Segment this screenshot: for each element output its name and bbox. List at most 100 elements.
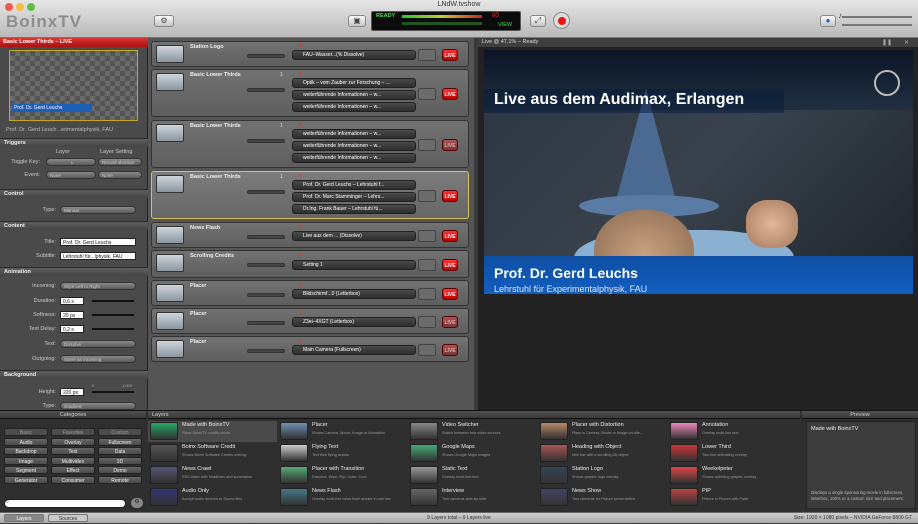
layer-row[interactable]: Scrolling Credits Setting 1 ▼ LIVE (151, 250, 469, 278)
category-custom[interactable]: Custom (98, 428, 142, 436)
record-button[interactable] (553, 12, 570, 29)
category-consumer[interactable]: Consumer (51, 475, 95, 484)
layer-opacity-bar[interactable] (247, 139, 285, 143)
preview-close-icon[interactable]: ✕ (904, 39, 909, 46)
layer-row[interactable]: Station Logo FAU–Wasser...(% Dissolve) ▼ LI… (151, 41, 469, 67)
height-slider[interactable] (92, 391, 134, 393)
library-layer-item[interactable]: Video Switcher Switch between four video… (408, 421, 537, 442)
category-favorites[interactable]: Favorites (51, 428, 95, 436)
category-backdrop[interactable]: Backdrop (4, 447, 48, 455)
library-layer-item[interactable]: News Crawl RSS ticker with headlines and… (148, 465, 277, 486)
layer-setting-item[interactable]: weiterführende Informationen – w... (292, 141, 416, 151)
library-layer-item[interactable]: Interview Two cameras side-by-side (408, 487, 537, 508)
layer-setting-item[interactable]: weiterführende Informationen – w... (292, 90, 416, 100)
layer-opacity-bar[interactable] (247, 263, 285, 267)
library-layer-item[interactable]: News Flash Overlay multi-line news flash… (278, 487, 407, 508)
layer-opacity-bar[interactable] (247, 190, 285, 194)
go-live-button[interactable]: LIVE (442, 139, 458, 151)
fullscreen-button[interactable]: ⤢ (530, 15, 546, 27)
library-layer-item[interactable]: Lower Third Two-line animating overlay (668, 443, 797, 464)
preview-options-icon[interactable]: ❚❚ (882, 39, 892, 46)
category-remote[interactable]: Remote (98, 475, 142, 484)
layer-setting-item[interactable]: Live aus dem ... (Dissolve) (292, 231, 416, 241)
title-field[interactable]: Prof. Dr. Gerd Leuchs (60, 238, 136, 246)
screen-capture-icon[interactable]: ▣ (348, 15, 366, 27)
layer-setting-item[interactable]: Optik – vom Zauber zur Forschung – ... (292, 78, 416, 88)
library-layer-item[interactable]: Heading with Object Mini bar with a scro… (538, 443, 667, 464)
layer-opacity-bar[interactable] (247, 235, 285, 239)
category-effect[interactable]: Effect (51, 466, 95, 474)
layer-setting-item[interactable]: weiterführende Informationen – w... (292, 129, 416, 139)
section-animation[interactable]: Animation (0, 267, 148, 276)
layer-navigation-control[interactable] (418, 259, 436, 271)
setting-event-select[interactable]: None (98, 171, 142, 179)
layer-row[interactable]: Basic Lower Thirds 1 weiterführende Inform… (151, 120, 469, 168)
library-layer-item[interactable]: Annotation Overlay multi-line text (668, 421, 797, 442)
layer-setting-item[interactable]: Setting 1 (292, 260, 416, 270)
go-live-button[interactable]: LIVE (442, 49, 458, 61)
category-overlay[interactable]: Overlay (51, 437, 95, 446)
layer-navigation-control[interactable] (418, 49, 436, 61)
layer-row[interactable]: Placer Bildschirmf...0 (Letterbox) ▼ LIVE (151, 280, 469, 306)
library-layer-item[interactable]: Static Text Overlay multi-line text (408, 465, 537, 486)
layer-setting-item[interactable]: Prof. Dr. Marc Stamminger – Lehrs... (292, 192, 416, 202)
library-layer-item[interactable]: News Show Two cameras for Picture presen… (538, 487, 667, 508)
section-content[interactable]: Content (0, 221, 148, 230)
gear-menu-button[interactable]: ⚙ (154, 15, 174, 27)
library-layer-item[interactable]: Google Maps Shows Google Maps images (408, 443, 537, 464)
section-background[interactable]: Background (0, 370, 148, 379)
camera-source-icon[interactable]: ● (820, 15, 836, 27)
text-delay-field[interactable]: 0,2 s (60, 325, 84, 333)
layer-row[interactable]: Placer Main Camera (Fullscreen) ▼ LIVE (151, 336, 469, 362)
layer-setting-item[interactable]: weiterführende Informationen – w... (292, 153, 416, 163)
category-segment[interactable]: Segment (4, 466, 48, 474)
layer-navigation-control[interactable] (418, 316, 436, 328)
library-search-field[interactable] (4, 499, 126, 508)
layer-navigation-control[interactable] (418, 139, 436, 151)
category-audio[interactable]: Audio (4, 437, 48, 446)
library-layer-item[interactable]: Made with BoinxTV Place BoinxTV credits … (148, 421, 277, 442)
go-live-button[interactable]: LIVE (442, 88, 458, 100)
layer-opacity-bar[interactable] (247, 293, 285, 297)
volume-slider[interactable] (842, 16, 912, 18)
text-delay-slider[interactable] (92, 328, 134, 330)
layer-navigation-control[interactable] (418, 230, 436, 242)
height-field[interactable]: 220 px (60, 388, 84, 396)
library-layer-item[interactable]: Placer with Distortion Place a Camera, M… (538, 421, 667, 442)
outgoing-select[interactable]: Same as Incoming (60, 355, 136, 363)
library-layer-item[interactable]: Station Logo Shows graphic logo overlay (538, 465, 667, 486)
library-layer-item[interactable]: Audio Only Accept audio devices or Sound… (148, 487, 277, 508)
layer-setting-item[interactable]: Dr.Ing. Frank Bauer – Lehrstuhl fü... (292, 204, 416, 214)
go-live-button[interactable]: LIVE (442, 344, 458, 356)
go-live-button[interactable]: LIVE (442, 230, 458, 242)
layer-row[interactable]: Placer Z3ei–4XGT (Letterbox) ▼ LIVE (151, 308, 469, 334)
control-type-select[interactable]: Manual (60, 206, 136, 214)
library-layer-item[interactable]: Placer with Transition Dissolve, Wipe, F… (278, 465, 407, 486)
library-layer-item[interactable]: Weekelpeter Shows wobbling graphic overl… (668, 465, 797, 486)
layer-row[interactable]: Basic Lower Thirds 1 Prof. Dr. Gerd Leuchs… (151, 171, 469, 219)
subtitle-field[interactable]: Lehrstuhl für...lphysik, FAU (60, 252, 136, 260)
category-data[interactable]: Data (98, 447, 142, 455)
library-layer-item[interactable]: PIP Picture in Picture with Fade (668, 487, 797, 508)
layer-setting-item[interactable]: Bildschirmf...0 (Letterbox) (292, 289, 416, 299)
category-multivideo[interactable]: Multivideo (51, 456, 95, 465)
library-gear-icon[interactable]: ⚙ (131, 498, 143, 508)
background-type-select[interactable]: Gradient (60, 402, 136, 410)
layer-navigation-control[interactable] (418, 190, 436, 202)
softness-slider[interactable] (92, 314, 134, 316)
layer-opacity-bar[interactable] (247, 321, 285, 325)
library-layer-item[interactable]: Boinx Software Credit Shows Boinx Softwa… (148, 443, 277, 464)
go-live-button[interactable]: LIVE (442, 288, 458, 300)
category-3d[interactable]: 3D (98, 456, 142, 465)
event-select[interactable]: None (46, 171, 96, 179)
layer-navigation-control[interactable] (418, 288, 436, 300)
section-control[interactable]: Control (0, 189, 148, 198)
category-fullscreen[interactable]: Fullscreen (98, 437, 142, 446)
layer-setting-item[interactable]: Z3ei–4XGT (Letterbox) (292, 317, 416, 327)
softness-field[interactable]: 20 px (60, 311, 84, 319)
toggle-key-field[interactable]: L (46, 158, 96, 166)
record-shortcut-button[interactable]: Record shortcut (98, 158, 142, 166)
go-live-button[interactable]: LIVE (442, 316, 458, 328)
library-layer-item[interactable]: Flying Text Text flies flying across (278, 443, 407, 464)
category-image[interactable]: Image (4, 456, 48, 465)
